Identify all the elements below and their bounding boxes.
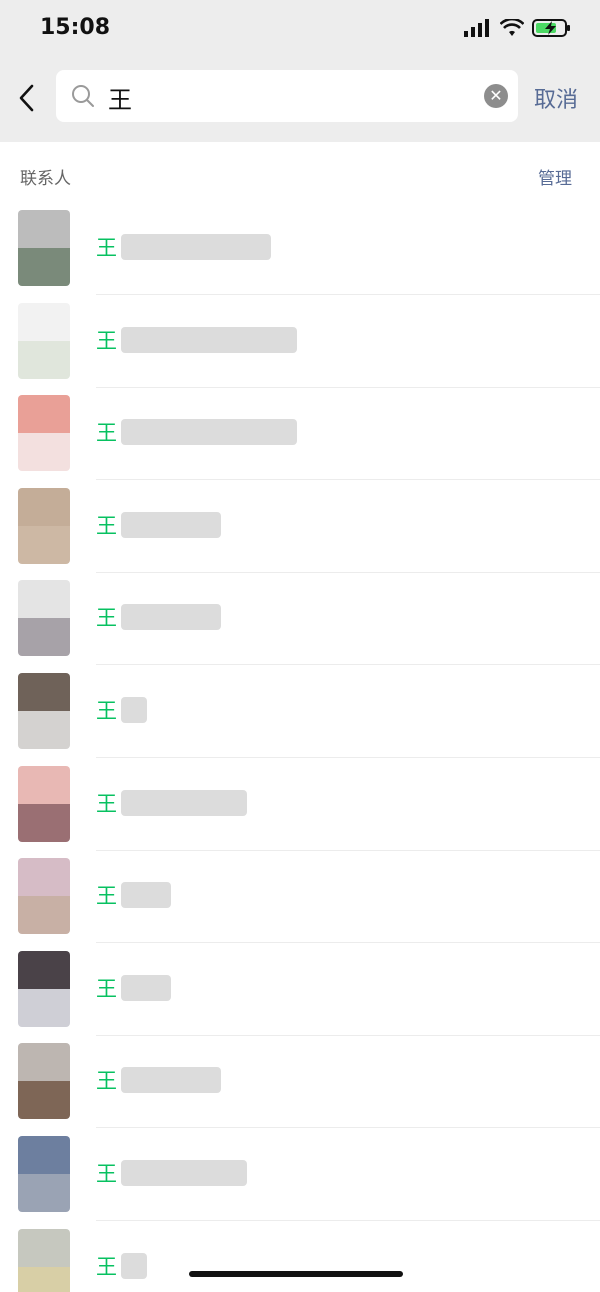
contact-list: 王王王王王王王王王王王王 [0,202,600,1292]
avatar [18,487,70,564]
contact-row[interactable]: 王 [0,665,600,758]
contact-row[interactable]: 王 [0,295,600,388]
highlighted-match: 王 [96,606,117,631]
signal-icon [464,19,489,37]
contact-name: 王 [96,695,147,725]
highlighted-match: 王 [96,1254,117,1279]
avatar [18,950,70,1027]
contact-row[interactable]: 王 [0,1221,600,1292]
redacted-name [121,882,171,909]
avatar [18,858,70,935]
avatar [18,395,70,472]
contact-name: 王 [96,880,171,910]
section-title: 联系人 [20,169,71,189]
avatar [18,1135,70,1212]
avatar [18,765,70,842]
contact-name: 王 [96,602,221,632]
contact-name: 王 [96,973,171,1003]
wifi-icon [500,19,524,36]
redacted-name [121,974,171,1001]
home-indicator [189,1271,403,1277]
contact-name: 王 [96,232,271,262]
search-field[interactable]: 王 ✕ [56,70,518,122]
redacted-name [121,789,247,816]
redacted-name [121,326,297,353]
cancel-button[interactable]: 取消 [534,82,578,114]
contacts-section-header: 联系人 管理 [0,142,600,202]
search-bar: 王 ✕ 取消 [0,58,600,142]
status-bar: 15:08 [0,0,600,58]
contact-name: 王 [96,510,221,540]
avatar [18,1228,70,1292]
highlighted-match: 王 [96,1161,117,1186]
contact-name: 王 [96,1065,221,1095]
avatar [18,210,70,286]
redacted-name [121,1252,147,1279]
contact-row[interactable]: 王 [0,572,600,666]
redacted-name [121,511,221,538]
highlighted-match: 王 [96,884,117,909]
contact-row[interactable]: 王 [0,480,600,573]
redacted-name [121,234,271,260]
clear-glyph: ✕ [489,86,503,105]
contact-name: 王 [96,325,297,355]
contact-row[interactable]: 王 [0,943,600,1036]
chevron-left-icon [19,84,34,112]
highlighted-match: 王 [96,236,117,260]
redacted-name [121,419,297,446]
highlighted-match: 王 [96,421,117,446]
contact-row[interactable]: 王 [0,1128,600,1221]
contact-name: 王 [96,1158,247,1188]
redacted-name [121,1067,221,1094]
contact-row[interactable]: 王 [0,1035,600,1129]
manage-button[interactable]: 管理 [538,164,572,189]
avatar [18,302,70,379]
contact-name: 王 [96,1251,147,1281]
contact-row[interactable]: 王 [0,758,600,851]
contact-row[interactable]: 王 [0,387,600,481]
status-icons [464,18,572,38]
clear-icon[interactable]: ✕ [484,84,508,108]
highlighted-match: 王 [96,513,117,538]
status-time: 15:08 [40,15,111,40]
contact-name: 王 [96,788,247,818]
contact-row[interactable]: 王 [0,202,600,295]
highlighted-match: 王 [96,328,117,353]
avatar [18,580,70,657]
back-button[interactable] [14,78,42,118]
magnifier-icon [72,85,94,107]
search-query[interactable]: 王 [108,80,132,115]
highlighted-match: 王 [96,698,117,723]
avatar [18,1043,70,1120]
battery-charging-icon [532,19,570,37]
redacted-name [121,696,147,723]
avatar [18,672,70,749]
redacted-name [121,604,221,631]
redacted-name [121,1159,247,1186]
highlighted-match: 王 [96,791,117,816]
highlighted-match: 王 [96,976,117,1001]
highlighted-match: 王 [96,1069,117,1094]
contact-row[interactable]: 王 [0,850,600,944]
contact-name: 王 [96,417,297,447]
